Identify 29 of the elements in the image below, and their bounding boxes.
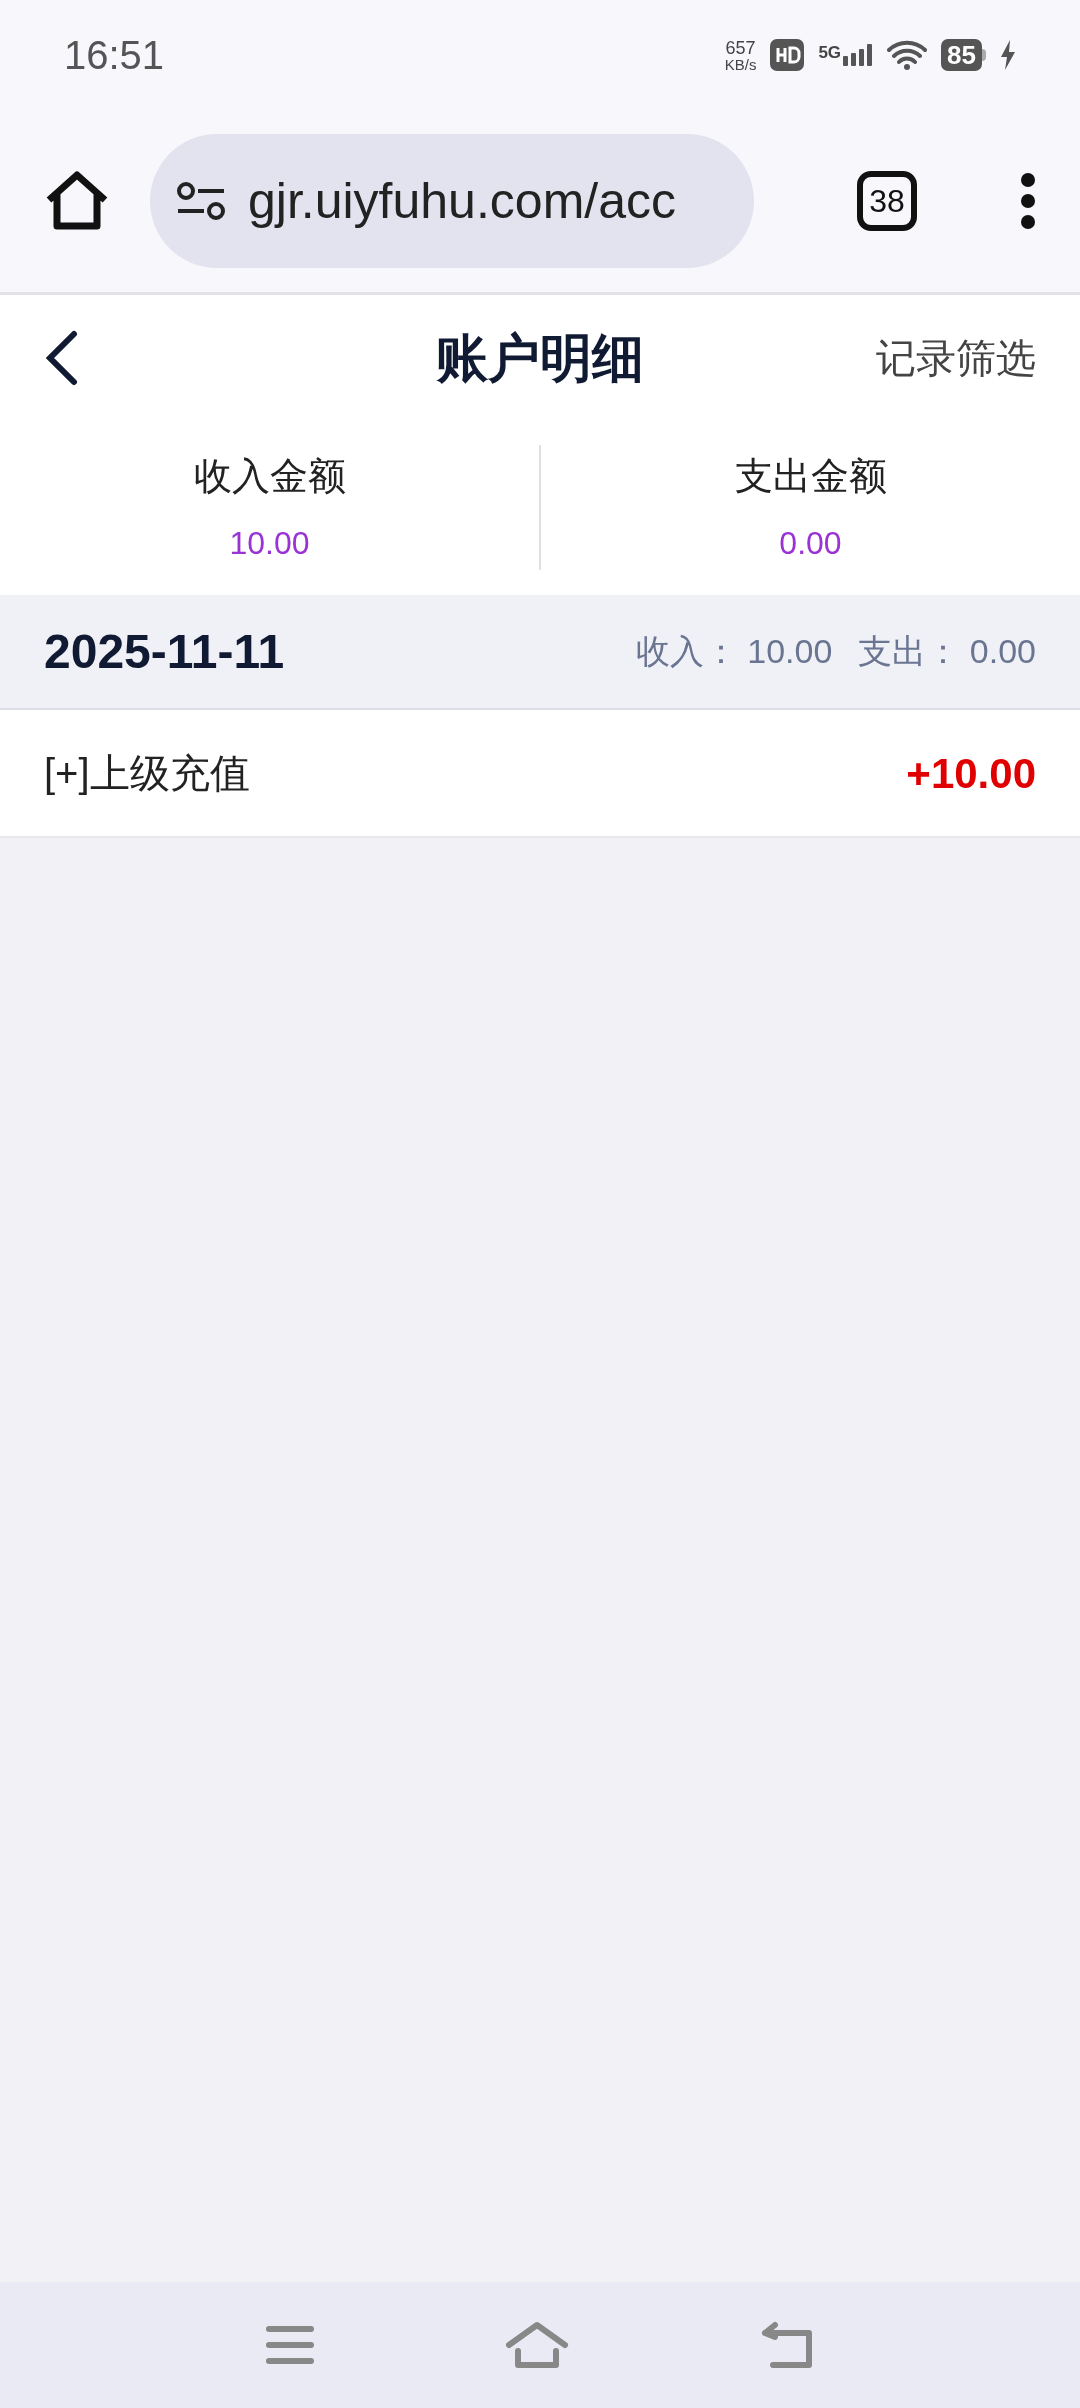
summary-value: 0.00 xyxy=(779,524,842,563)
signal-icon xyxy=(843,44,874,66)
hd-icon xyxy=(770,39,805,71)
tab-count-button[interactable]: 38 xyxy=(857,171,917,231)
site-settings-icon[interactable] xyxy=(176,181,226,221)
more-options-icon[interactable] xyxy=(1020,172,1036,230)
summary-value: 10.00 xyxy=(229,524,310,563)
network-type: 5G xyxy=(818,44,842,61)
url-text: gjr.uiyfuhu.com/acc xyxy=(248,171,676,231)
home-icon[interactable] xyxy=(44,170,110,232)
wifi-icon xyxy=(887,39,928,71)
date-text: 2025-11-11 xyxy=(44,623,285,680)
record-amount: +10.00 xyxy=(906,748,1036,799)
filter-link[interactable]: 记录筛选 xyxy=(876,327,1036,388)
record-row[interactable]: [+]上级充值 +10.00 xyxy=(0,710,1080,838)
charging-icon xyxy=(1000,40,1016,70)
net-speed: 657 xyxy=(725,38,756,57)
battery-indicator: 85 xyxy=(941,39,986,71)
income-total: 收入： 10.00 xyxy=(635,631,833,672)
record-title: [+]上级充值 xyxy=(44,750,250,797)
menu-icon[interactable] xyxy=(265,2324,315,2366)
status-time: 16:51 xyxy=(64,32,165,79)
summary-label: 收入金额 xyxy=(193,454,346,499)
expense-total: 支出： 0.00 xyxy=(858,631,1036,672)
net-speed-unit: KB/s xyxy=(724,56,757,72)
address-bar[interactable]: gjr.uiyfuhu.com/acc xyxy=(150,134,754,268)
page-title: 账户明细 xyxy=(436,327,644,389)
summary-label: 支出金额 xyxy=(734,454,887,499)
back-icon[interactable] xyxy=(44,329,80,386)
